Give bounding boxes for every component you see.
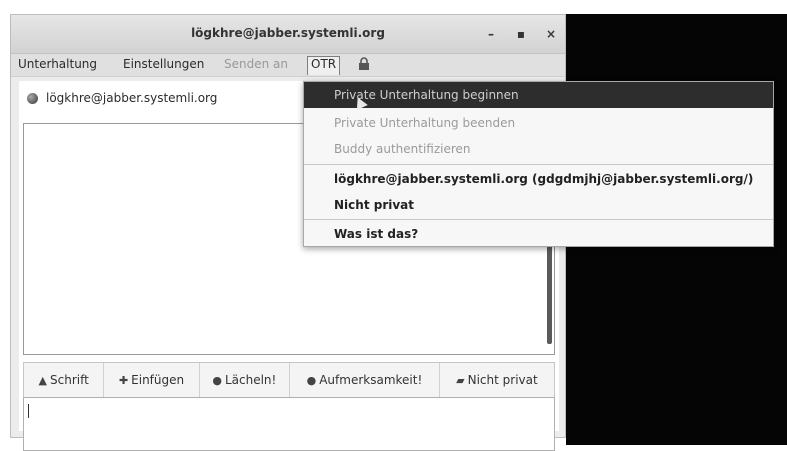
insert-button-label: Einfügen xyxy=(131,373,185,387)
attention-button[interactable]: ● Aufmerksamkeit! xyxy=(290,363,440,397)
smile-button[interactable]: ● Lächeln! xyxy=(200,363,290,397)
contact-header: lögkhre@jabber.systemli.org xyxy=(27,91,217,105)
menu-separator xyxy=(304,219,773,220)
close-button[interactable]: × xyxy=(541,24,561,44)
attention-button-label: Aufmerksamkeit! xyxy=(319,373,423,387)
menu-bar: Unterhaltung Einstellungen Senden an OTR xyxy=(11,54,565,77)
insert-button[interactable]: ✚ Einfügen xyxy=(104,363,200,397)
font-button[interactable]: ▲ Schrift xyxy=(24,363,105,397)
smile-button-label: Lächeln! xyxy=(224,373,277,387)
menu-einstellungen[interactable]: Einstellungen xyxy=(123,57,204,71)
title-bar[interactable]: lögkhre@jabber.systemli.org – ▪ × xyxy=(11,15,565,54)
attention-icon: ● xyxy=(306,373,317,387)
menu-otr[interactable]: OTR xyxy=(307,56,341,75)
lock-icon[interactable] xyxy=(357,57,371,74)
otr-menu-account[interactable]: lögkhre@jabber.systemli.org (gdgdmjhj@ja… xyxy=(304,166,773,192)
otr-menu: Private Unterhaltung beginnen Private Un… xyxy=(303,81,774,247)
status-dot-icon xyxy=(27,92,38,104)
otr-menu-end-private[interactable]: Private Unterhaltung beenden xyxy=(304,110,773,136)
otr-menu-authenticate-buddy[interactable]: Buddy authentifizieren xyxy=(304,136,773,162)
maximize-button[interactable]: ▪ xyxy=(511,24,531,44)
menu-unterhaltung[interactable]: Unterhaltung xyxy=(18,57,97,71)
otr-status-label: Nicht privat xyxy=(467,373,538,387)
text-caret xyxy=(28,404,29,418)
insert-icon: ✚ xyxy=(118,373,129,387)
smiley-icon: ● xyxy=(212,373,222,387)
minimize-button[interactable]: – xyxy=(481,24,501,44)
menu-separator xyxy=(304,164,773,165)
font-button-label: Schrift xyxy=(50,373,89,387)
otr-menu-not-private[interactable]: Nicht privat xyxy=(304,192,773,218)
otr-status-button[interactable]: ▰ Nicht privat xyxy=(440,363,554,397)
menu-senden-an[interactable]: Senden an xyxy=(224,57,288,71)
font-icon: ▲ xyxy=(38,373,48,387)
formatting-toolbar: ▲ Schrift ✚ Einfügen ● Lächeln! ● Aufmer… xyxy=(23,362,555,398)
otr-menu-start-private[interactable]: Private Unterhaltung beginnen xyxy=(304,82,773,108)
unlocked-icon: ▰ xyxy=(456,373,465,387)
contact-name: lögkhre@jabber.systemli.org xyxy=(46,91,218,105)
message-input[interactable] xyxy=(23,397,555,451)
otr-menu-what-is-this[interactable]: Was ist das? xyxy=(304,221,773,247)
